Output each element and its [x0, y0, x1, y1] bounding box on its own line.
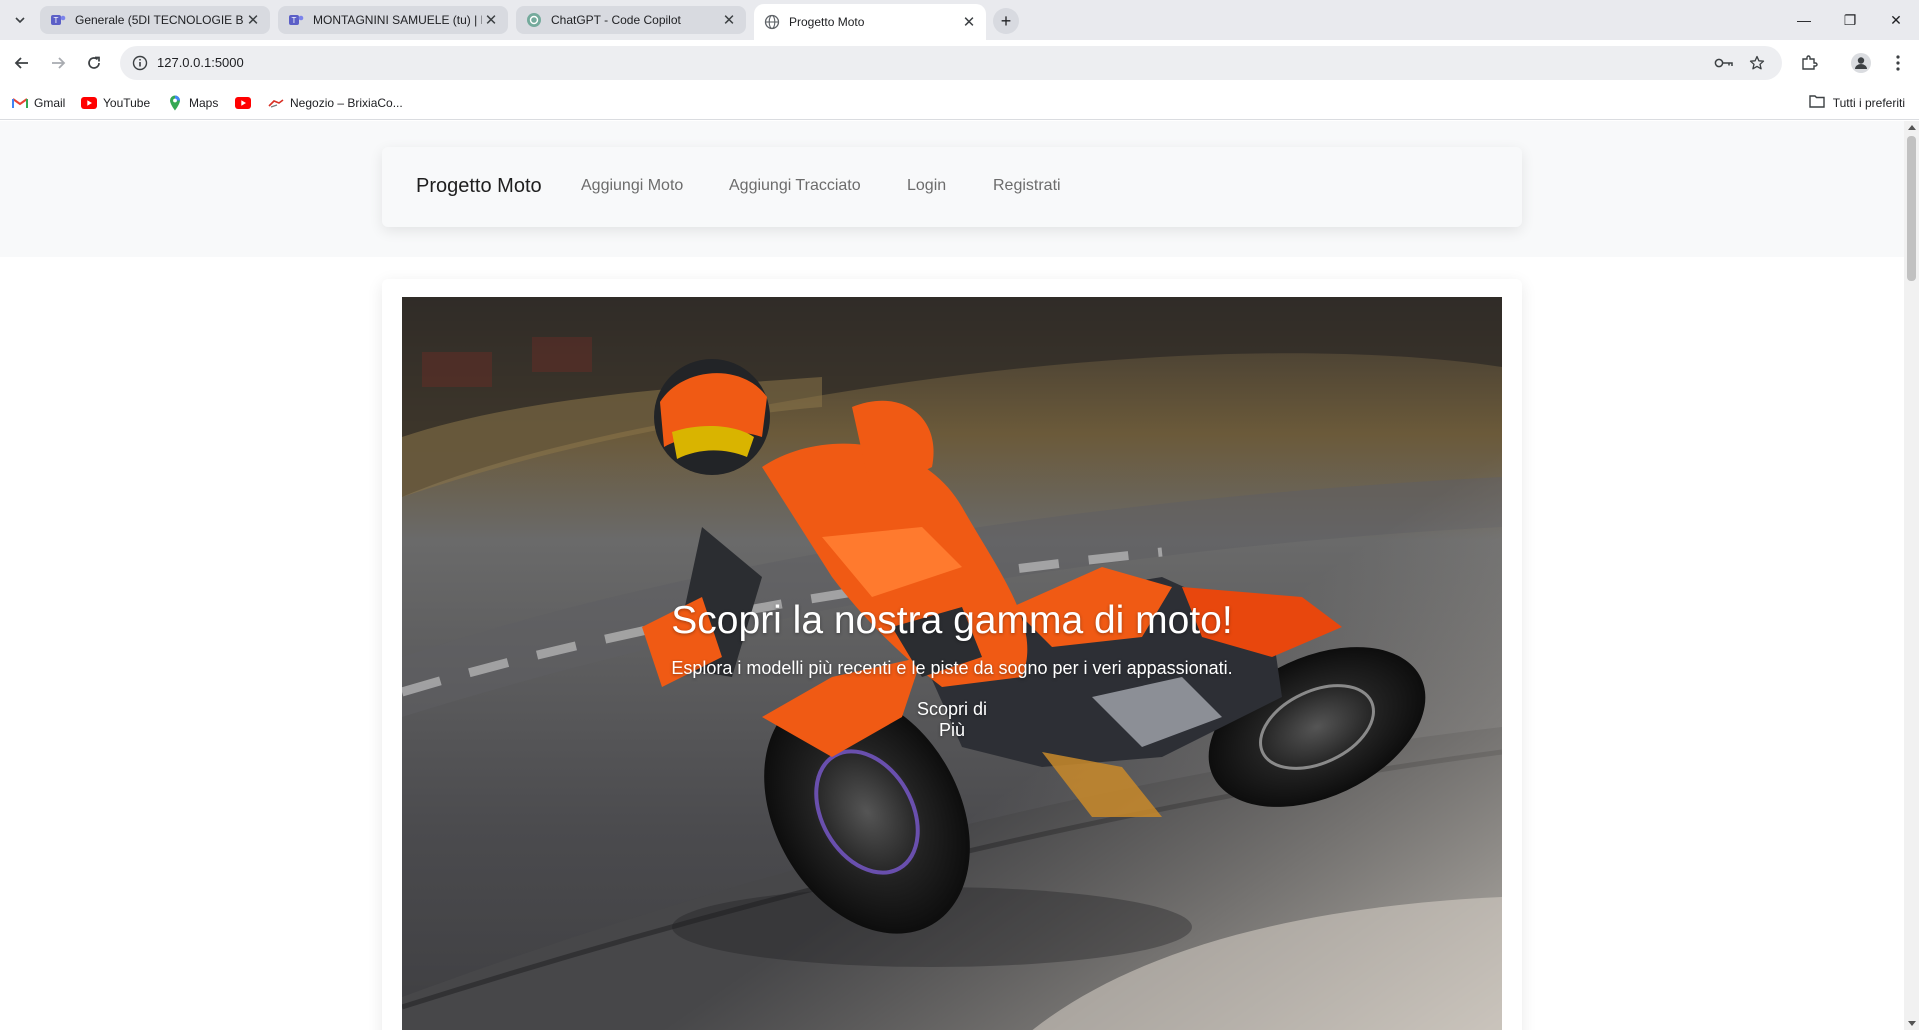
nav-link-aggiungi-moto[interactable]: Aggiungi Moto: [581, 177, 683, 195]
close-window-button[interactable]: ✕: [1876, 6, 1916, 34]
close-tab-icon[interactable]: ✕: [720, 11, 738, 29]
bookmark-negozio[interactable]: Negozio – BrixiaCo...: [268, 94, 403, 112]
nav-link-login[interactable]: Login: [907, 177, 946, 195]
tab-title: Generale (5DI TECNOLOGIE BE: [75, 13, 244, 27]
nav-link-registrati[interactable]: Registrati: [993, 177, 1061, 195]
scroll-up-arrow-icon[interactable]: [1908, 125, 1916, 130]
bookmark-youtube-2[interactable]: [235, 94, 257, 112]
back-arrow-icon[interactable]: [8, 49, 36, 77]
maps-icon: [167, 95, 183, 111]
minimize-window-button[interactable]: —: [1784, 6, 1824, 34]
bookmark-maps[interactable]: Maps: [167, 94, 218, 112]
nav-link-aggiungi-tracciato[interactable]: Aggiungi Tracciato: [729, 177, 861, 195]
bookmark-star-icon[interactable]: [1747, 53, 1767, 73]
page-scrollbar[interactable]: [1904, 121, 1919, 1030]
bookmark-label: YouTube: [103, 96, 151, 110]
url-text: 127.0.0.1:5000: [157, 55, 244, 70]
forward-arrow-icon[interactable]: [44, 49, 72, 77]
scrollbar-thumb[interactable]: [1907, 136, 1916, 281]
chatgpt-icon: [526, 12, 542, 28]
discover-more-button[interactable]: Scopri di Più: [902, 699, 1002, 741]
password-key-icon[interactable]: [1714, 53, 1734, 73]
page-viewport: Progetto Moto Aggiungi Moto Aggiungi Tra…: [0, 121, 1919, 1030]
youtube-icon: [235, 95, 251, 111]
all-bookmarks-label: Tutti i preferiti: [1832, 95, 1905, 110]
teams-icon: T: [50, 12, 66, 28]
tab-title: MONTAGNINI SAMUELE (tu) | M: [313, 13, 482, 27]
scroll-down-arrow-icon[interactable]: [1908, 1021, 1916, 1026]
gmail-icon: [12, 95, 28, 111]
youtube-icon: [81, 95, 97, 111]
tab-title: Progetto Moto: [789, 15, 865, 29]
bookmark-label: Maps: [189, 96, 219, 110]
svg-text:T: T: [54, 16, 59, 25]
close-tab-icon[interactable]: ✕: [482, 11, 500, 29]
restore-window-button[interactable]: ❐: [1830, 6, 1870, 34]
new-tab-button[interactable]: +: [993, 8, 1019, 34]
hero-title: Scopri la nostra gamma di moto!: [671, 599, 1233, 642]
profile-avatar-icon[interactable]: [1849, 51, 1873, 75]
close-tab-icon[interactable]: ✕: [960, 13, 978, 31]
more-menu-icon[interactable]: [1886, 51, 1910, 75]
site-info-icon[interactable]: [130, 53, 150, 73]
bookmark-label: Gmail: [34, 96, 66, 110]
brand-link[interactable]: Progetto Moto: [416, 175, 542, 198]
folder-icon: [1809, 94, 1825, 111]
bookmark-gmail[interactable]: Gmail: [12, 94, 65, 112]
hero-section: Scopri la nostra gamma di moto! Esplora …: [402, 297, 1502, 1030]
tab-search-chevron-icon[interactable]: [8, 8, 32, 32]
all-bookmarks-button[interactable]: Tutti i preferiti: [1809, 94, 1905, 111]
browser-toolbar: 127.0.0.1:5000: [0, 40, 1919, 86]
extensions-puzzle-icon[interactable]: [1797, 51, 1821, 75]
address-bar[interactable]: 127.0.0.1:5000: [120, 46, 1782, 80]
tab-title: ChatGPT - Code Copilot: [551, 13, 681, 27]
close-tab-icon[interactable]: ✕: [244, 11, 262, 29]
site-navbar: Progetto Moto Aggiungi Moto Aggiungi Tra…: [382, 147, 1522, 227]
browser-tab-3[interactable]: ChatGPT - Code Copilot ✕: [516, 6, 746, 34]
browser-tab-2[interactable]: T MONTAGNINI SAMUELE (tu) | M ✕: [278, 6, 508, 34]
browser-tab-strip: T Generale (5DI TECNOLOGIE BE ✕ T MONTAG…: [0, 0, 1919, 40]
hero-subtitle: Esplora i modelli più recenti e le piste…: [671, 658, 1233, 678]
browser-tab-1[interactable]: T Generale (5DI TECNOLOGIE BE ✕: [40, 6, 270, 34]
motorbike-icon: [268, 95, 284, 111]
bookmark-youtube[interactable]: YouTube: [81, 94, 150, 112]
bookmarks-bar: Gmail YouTube Maps Negozio – BrixiaCo...…: [0, 86, 1919, 120]
reload-icon[interactable]: [80, 49, 108, 77]
bookmark-label: Negozio – BrixiaCo...: [290, 96, 403, 110]
svg-text:T: T: [292, 16, 297, 25]
teams-icon: T: [288, 12, 304, 28]
globe-icon: [764, 14, 780, 30]
browser-tab-active[interactable]: Progetto Moto ✕: [754, 4, 986, 40]
